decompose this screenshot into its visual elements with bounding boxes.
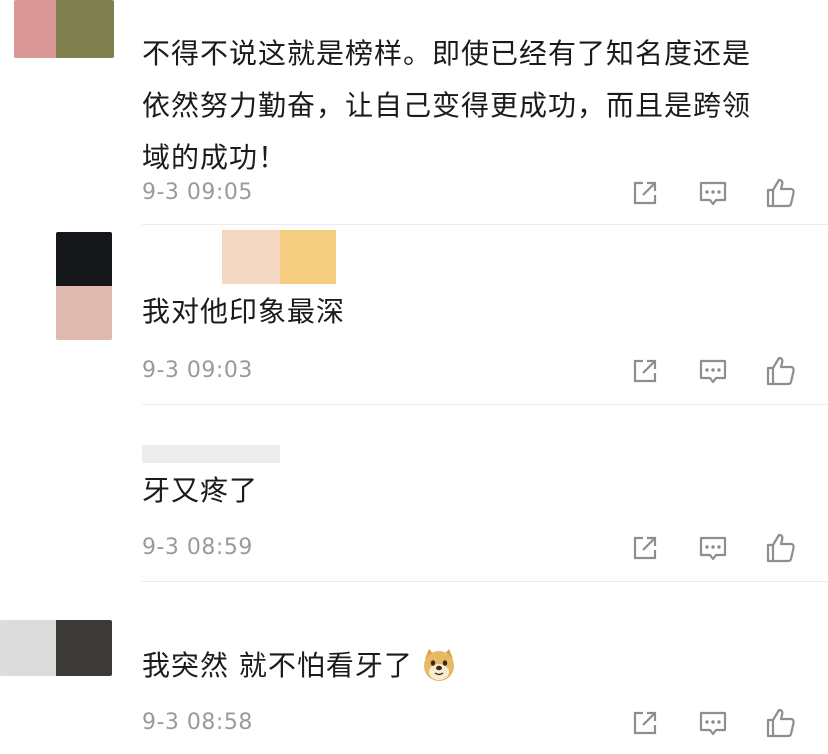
comment-text: 我突然 就不怕看牙了 xyxy=(142,640,802,692)
comment-timestamp: 9-3 09:03 xyxy=(142,358,253,383)
comment-actions xyxy=(628,706,798,740)
comment-actions xyxy=(628,354,798,388)
thumbs-up-icon[interactable] xyxy=(764,706,798,740)
divider xyxy=(142,224,828,225)
doge-emoji-icon xyxy=(423,649,454,681)
comment-text: 我对他印象最深 xyxy=(142,295,346,328)
reply-icon[interactable] xyxy=(696,176,730,210)
comment-item: 我对他印象最深 9-3 09:03 xyxy=(0,226,828,405)
comment-timestamp: 9-3 08:59 xyxy=(142,535,253,560)
share-icon[interactable] xyxy=(628,354,662,388)
avatar[interactable] xyxy=(56,232,112,340)
comment-text-line: 不得不说这就是榜样。即使已经有了知名度还是 xyxy=(142,37,752,70)
share-icon[interactable] xyxy=(628,706,662,740)
comment-item: 我突然 就不怕看牙了 9-3 08:58 xyxy=(0,582,828,754)
comment-text-line: 依然努力勤奋，让自己变得更成功，而且是跨领 xyxy=(142,89,752,122)
share-icon[interactable] xyxy=(628,531,662,565)
reply-icon[interactable] xyxy=(696,706,730,740)
thumbs-up-icon[interactable] xyxy=(764,176,798,210)
comment-timestamp: 9-3 08:58 xyxy=(142,710,253,735)
reply-icon[interactable] xyxy=(696,531,730,565)
comment-actions xyxy=(628,531,798,565)
thumbs-up-icon[interactable] xyxy=(764,354,798,388)
comment-item: 不得不说这就是榜样。即使已经有了知名度还是 依然努力勤奋，让自己变得更成功，而且… xyxy=(0,0,828,225)
comment-text-content: 我突然 就不怕看牙了 xyxy=(142,649,413,682)
avatar[interactable] xyxy=(0,620,112,676)
avatar[interactable] xyxy=(14,0,114,58)
comment-item: 牙又疼了 9-3 08:59 xyxy=(0,405,828,582)
nickname[interactable] xyxy=(222,230,336,284)
thumbs-up-icon[interactable] xyxy=(764,531,798,565)
comment-text: 牙又疼了 xyxy=(142,474,259,507)
reply-icon[interactable] xyxy=(696,354,730,388)
comment-text: 不得不说这就是榜样。即使已经有了知名度还是 依然努力勤奋，让自己变得更成功，而且… xyxy=(142,28,802,184)
comment-timestamp: 9-3 09:05 xyxy=(142,180,253,205)
comment-actions xyxy=(628,176,798,210)
nickname[interactable] xyxy=(142,445,280,463)
share-icon[interactable] xyxy=(628,176,662,210)
